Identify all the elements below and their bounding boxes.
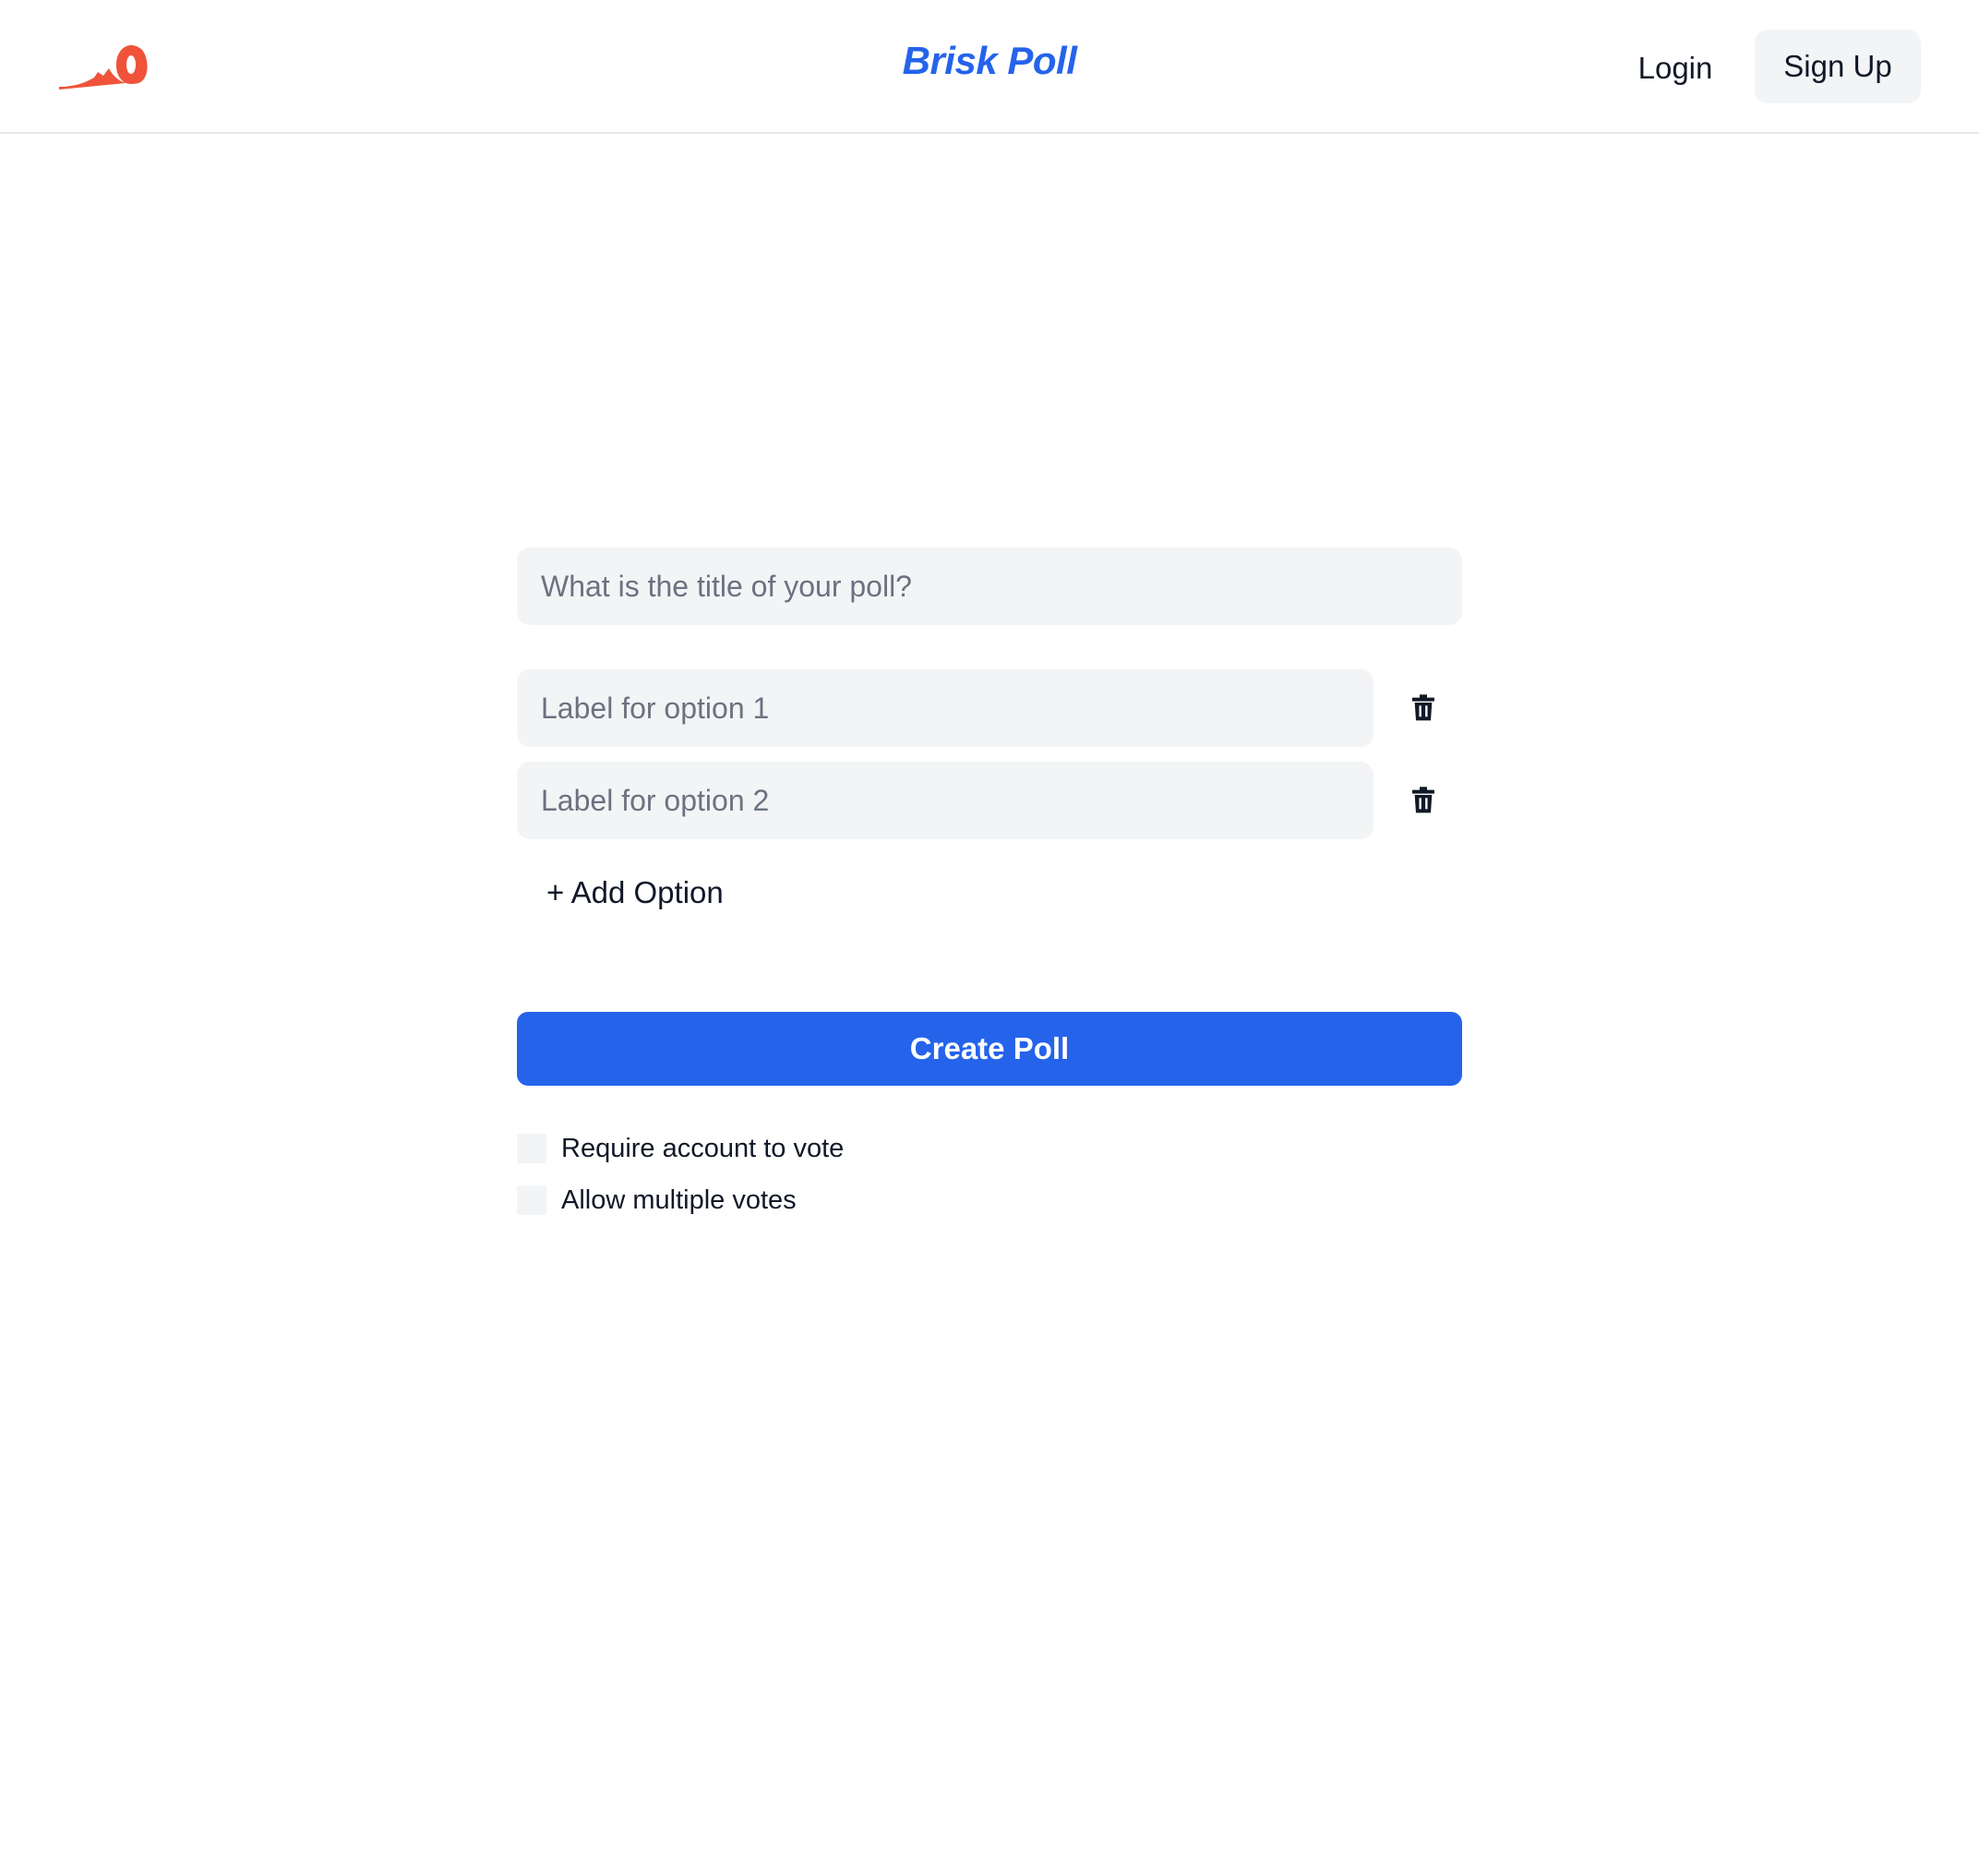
create-poll-form: + Add Option Create Poll Require account… [517, 547, 1462, 1217]
option-row [517, 762, 1462, 839]
trash-icon[interactable] [1409, 693, 1438, 723]
require-account-label[interactable]: Require account to vote [561, 1132, 844, 1165]
poll-title-input[interactable] [517, 547, 1462, 625]
require-account-checkbox[interactable] [517, 1134, 546, 1163]
multiple-votes-label[interactable]: Allow multiple votes [561, 1184, 797, 1217]
login-link[interactable]: Login [1613, 44, 1737, 92]
add-option-button[interactable]: + Add Option [546, 867, 724, 919]
setting-multiple-votes: Allow multiple votes [517, 1184, 1462, 1217]
option-1-input[interactable] [517, 669, 1373, 747]
multiple-votes-checkbox[interactable] [517, 1185, 546, 1215]
top-nav: Brisk Poll Login Sign Up [0, 0, 1979, 134]
create-poll-button[interactable]: Create Poll [517, 1012, 1462, 1086]
trash-icon[interactable] [1409, 786, 1438, 815]
signup-button[interactable]: Sign Up [1755, 30, 1921, 103]
option-2-input[interactable] [517, 762, 1373, 839]
option-row [517, 669, 1462, 747]
setting-require-account: Require account to vote [517, 1132, 1462, 1165]
